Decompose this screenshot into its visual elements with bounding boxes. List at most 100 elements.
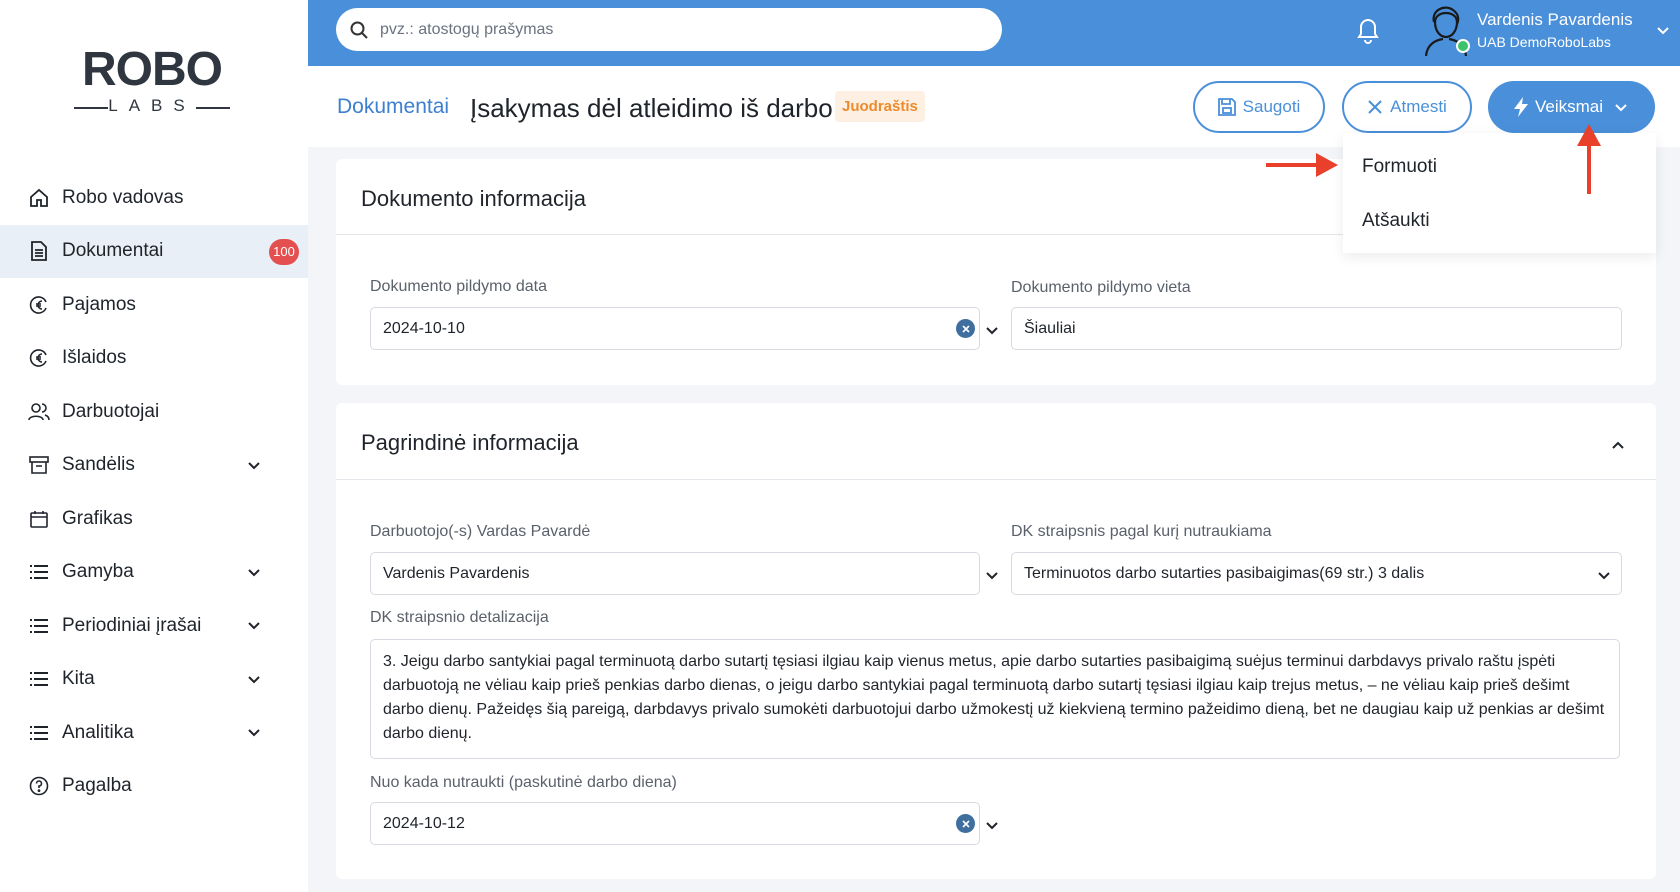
breadcrumb[interactable]: Dokumentai: [337, 95, 449, 119]
sidebar-item-dokumentai[interactable]: Dokumentai 100: [0, 224, 308, 278]
sidebar-item-darbuotojai[interactable]: Darbuotojai: [0, 385, 308, 439]
list-icon: [28, 668, 50, 690]
home-icon: [28, 187, 50, 209]
sidebar-item-label: Pagalba: [62, 775, 132, 797]
page-title: Įsakymas dėl atleidimo iš darbo: [470, 93, 833, 123]
calendar-icon: [28, 508, 50, 530]
chevron-down-icon[interactable]: [246, 671, 262, 687]
chevron-down-icon[interactable]: [246, 457, 262, 473]
clear-icon[interactable]: [956, 319, 975, 338]
save-button[interactable]: Saugoti: [1193, 81, 1325, 133]
sidebar-item-periodiniai-irasai[interactable]: Periodiniai įrašai: [0, 599, 308, 653]
end-date-field[interactable]: 2024-10-12: [370, 802, 998, 845]
fill-date-label: Dokumento pildymo data: [370, 278, 547, 295]
topbar: Vardenis Pavardenis UAB DemoRoboLabs: [308, 0, 1680, 66]
article-label: DK straipsnis pagal kurį nutraukiama: [1011, 523, 1272, 540]
annotation-arrow-right: [1266, 153, 1338, 177]
sidebar-item-robo-vadovas[interactable]: Robo vadovas: [0, 171, 308, 225]
fill-place-field[interactable]: Šiauliai: [1011, 307, 1622, 350]
list-icon: [28, 561, 50, 583]
save-button-label: Saugoti: [1242, 97, 1301, 116]
chevron-down-icon[interactable]: [984, 322, 1000, 338]
actions-button-label: Veiksmai: [1534, 97, 1604, 116]
chevron-down-icon[interactable]: [1655, 22, 1671, 38]
logo-sub-text: LABS: [72, 96, 232, 116]
sidebar-item-grafikas[interactable]: Grafikas: [0, 492, 308, 546]
fill-place-value: Šiauliai: [1024, 319, 1076, 337]
sidebar-item-label: Periodiniai įrašai: [62, 614, 202, 636]
online-status-dot: [1456, 39, 1470, 53]
logo-main-text: ROBO: [82, 43, 223, 96]
end-date-value: 2024-10-12: [383, 814, 465, 832]
divider: [336, 479, 1656, 480]
sidebar-item-label: Pajamos: [62, 293, 136, 315]
sidebar-item-label: Gamyba: [62, 561, 134, 583]
detail-label: DK straipsnio detalizacija: [370, 609, 549, 626]
sidebar-item-kita[interactable]: Kita: [0, 653, 308, 707]
main-info-card: Pagrindinė informacija Darbuotojo(-s) Va…: [336, 403, 1656, 879]
sidebar-item-label: Robo vadovas: [62, 186, 184, 208]
help-icon: [28, 775, 50, 797]
fill-date-field[interactable]: 2024-10-10: [370, 307, 998, 350]
detail-textarea[interactable]: 3. Jeigu darbo santykiai pagal terminuot…: [370, 639, 1620, 759]
euro-out-icon: [28, 347, 50, 369]
sidebar-item-label: Grafikas: [62, 507, 133, 529]
bell-icon[interactable]: [1354, 15, 1382, 45]
employee-label: Darbuotojo(-s) Vardas Pavardė: [370, 523, 591, 540]
sidebar-item-label: Analitika: [62, 721, 134, 743]
fill-place-label: Dokumento pildymo vieta: [1011, 279, 1191, 296]
reject-button[interactable]: Atmesti: [1342, 81, 1472, 133]
chevron-down-icon[interactable]: [246, 724, 262, 740]
chevron-down-icon[interactable]: [246, 617, 262, 633]
robolabs-logo[interactable]: ROBO LABS: [72, 42, 232, 122]
archive-icon: [28, 454, 50, 476]
sidebar-item-analitika[interactable]: Analitika: [0, 706, 308, 760]
chevron-up-icon[interactable]: [1610, 437, 1626, 453]
end-date-label: Nuo kada nutraukti (paskutinė darbo dien…: [370, 774, 677, 791]
annotation-arrow-up: [1577, 124, 1601, 194]
menu-item-formuoti[interactable]: Formuoti: [1362, 156, 1437, 178]
list-icon: [28, 615, 50, 637]
reject-button-label: Atmesti: [1390, 97, 1447, 116]
floppy-disk-icon: [1217, 98, 1236, 116]
user-name[interactable]: Vardenis Pavardenis: [1477, 10, 1633, 30]
section-title: Pagrindinė informacija: [361, 430, 579, 455]
clear-icon[interactable]: [956, 814, 975, 833]
sidebar-item-pagalba[interactable]: Pagalba: [0, 760, 308, 814]
employee-value: Vardenis Pavardenis: [383, 564, 530, 582]
sidebar-item-label: Sandėlis: [62, 454, 135, 476]
sidebar-item-gamyba[interactable]: Gamyba: [0, 546, 308, 600]
chevron-down-icon[interactable]: [984, 567, 1000, 583]
chevron-down-icon: [1615, 104, 1627, 112]
users-icon: [28, 401, 50, 423]
sidebar-item-label: Dokumentai: [62, 240, 164, 262]
sidebar-item-label: Išlaidos: [62, 347, 127, 369]
employee-select[interactable]: Vardenis Pavardenis: [370, 552, 998, 595]
search-icon: [350, 21, 368, 39]
actions-button[interactable]: Veiksmai: [1488, 81, 1655, 133]
article-value: Terminuotos darbo sutarties pasibaigimas…: [1024, 564, 1425, 582]
sidebar: ROBO LABS Robo vadovas Dokumentai 100 Pa…: [0, 0, 308, 892]
sidebar-item-islaidos[interactable]: Išlaidos: [0, 332, 308, 386]
sidebar-item-pajamos[interactable]: Pajamos: [0, 278, 308, 332]
document-icon: [28, 240, 50, 262]
chevron-down-icon[interactable]: [246, 564, 262, 580]
sidebar-nav: Robo vadovas Dokumentai 100 Pajamos Išla…: [0, 171, 308, 813]
search-input[interactable]: [380, 20, 980, 39]
sidebar-item-label: Darbuotojai: [62, 400, 160, 422]
lightning-icon: [1513, 97, 1528, 117]
article-select[interactable]: Terminuotos darbo sutarties pasibaigimas…: [1011, 552, 1622, 595]
fill-date-value: 2024-10-10: [383, 319, 465, 337]
search-bar[interactable]: [336, 8, 1002, 51]
section-title: Dokumento informacija: [361, 186, 586, 211]
chevron-down-icon[interactable]: [1596, 567, 1612, 583]
status-badge: Juodraštis: [835, 91, 925, 122]
menu-item-atsaukti[interactable]: Atšaukti: [1362, 210, 1430, 232]
actions-dropdown-menu: Formuoti Atšaukti: [1343, 133, 1656, 253]
chevron-down-icon[interactable]: [984, 817, 1000, 833]
user-company: UAB DemoRoboLabs: [1477, 34, 1611, 50]
sidebar-item-label: Kita: [62, 668, 95, 690]
list-icon: [28, 722, 50, 744]
close-icon: [1368, 100, 1382, 114]
sidebar-item-sandelis[interactable]: Sandėlis: [0, 439, 308, 493]
